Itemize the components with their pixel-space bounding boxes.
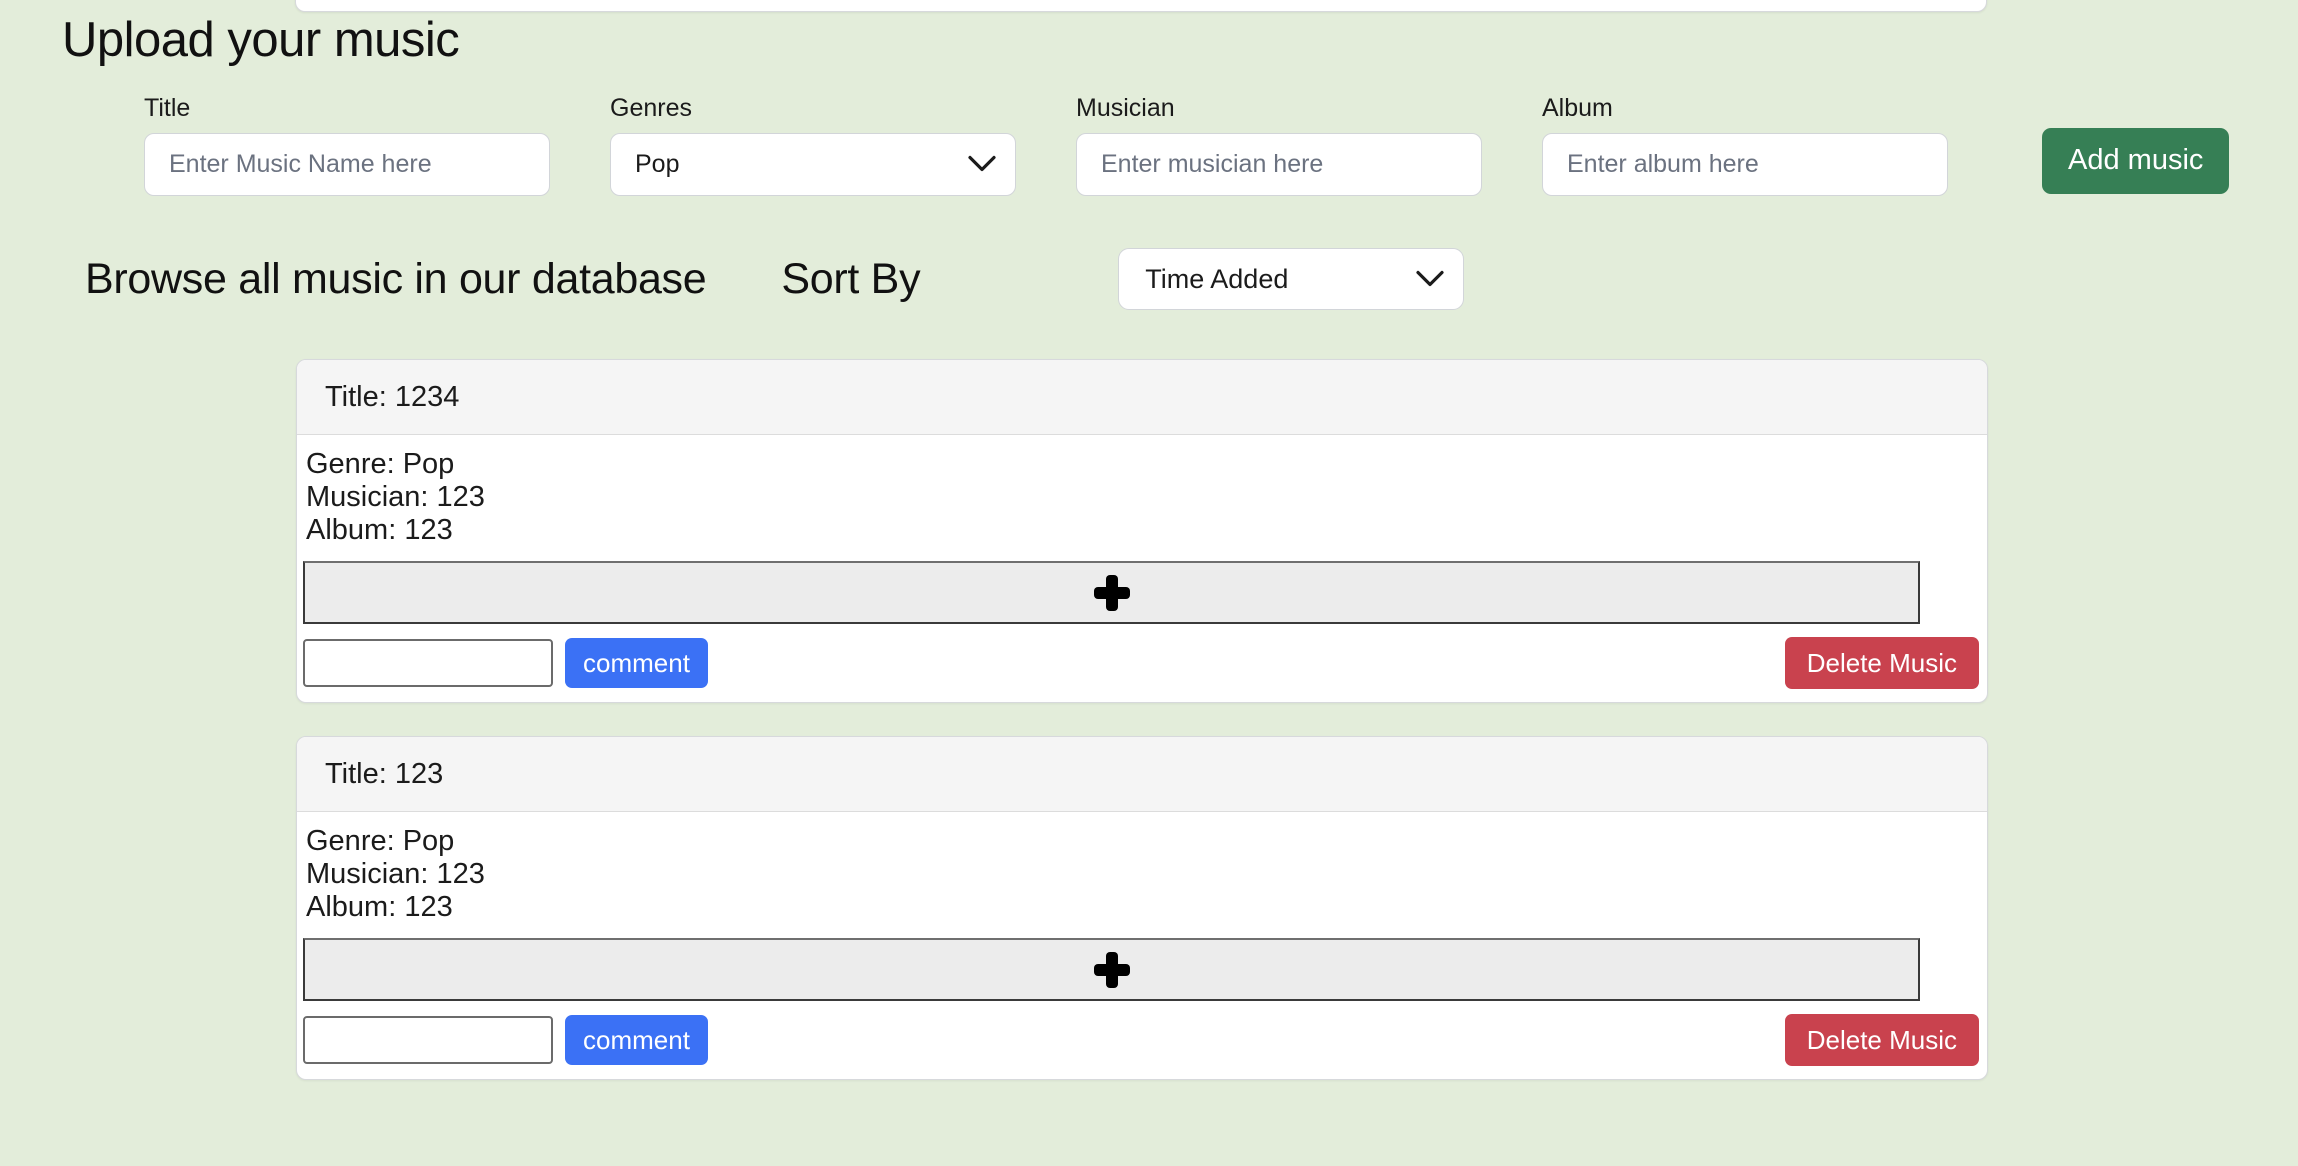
card-body: Genre: Pop Musician: 123 Album: 123 comm… bbox=[297, 812, 1987, 1079]
sort-by-label: Sort By bbox=[781, 255, 920, 304]
card-album: Album: 123 bbox=[297, 891, 1987, 924]
card-musician: Musician: 123 bbox=[297, 858, 1987, 891]
card-genre: Genre: Pop bbox=[297, 825, 1987, 858]
page-title: Upload your music bbox=[62, 14, 2298, 68]
comment-row: comment Delete Music bbox=[297, 1001, 1987, 1079]
comment-input[interactable] bbox=[303, 1016, 553, 1064]
comment-row: comment Delete Music bbox=[297, 624, 1987, 702]
label-genres: Genres bbox=[610, 93, 1016, 123]
sort-by-select[interactable]: Time Added bbox=[1118, 248, 1464, 310]
expand-comments-toggle[interactable] bbox=[303, 938, 1920, 1001]
previous-card-partial bbox=[295, 0, 1987, 12]
label-title: Title bbox=[144, 93, 550, 123]
comment-button[interactable]: comment bbox=[565, 638, 708, 688]
plus-icon bbox=[1094, 952, 1130, 988]
card-album: Album: 123 bbox=[297, 514, 1987, 547]
genres-select-wrap: Pop bbox=[610, 133, 1016, 196]
upload-form: Title Genres Pop Musician Album Add musi… bbox=[0, 93, 2298, 196]
music-card-list: Title: 1234 Genre: Pop Musician: 123 Alb… bbox=[296, 359, 1988, 1113]
album-input[interactable] bbox=[1542, 133, 1948, 196]
field-genres: Genres Pop bbox=[610, 93, 1016, 196]
card-title: Title: 1234 bbox=[325, 381, 459, 414]
card-musician: Musician: 123 bbox=[297, 481, 1987, 514]
label-musician: Musician bbox=[1076, 93, 1482, 123]
card-header: Title: 123 bbox=[297, 737, 1987, 812]
expand-comments-toggle[interactable] bbox=[303, 561, 1920, 624]
browse-toolbar: Browse all music in our database Sort By… bbox=[0, 248, 2298, 310]
plus-icon bbox=[1094, 575, 1130, 611]
field-album: Album bbox=[1542, 93, 1948, 196]
genres-select[interactable]: Pop bbox=[610, 133, 1016, 196]
label-album: Album bbox=[1542, 93, 1948, 123]
music-card: Title: 123 Genre: Pop Musician: 123 Albu… bbox=[296, 736, 1988, 1080]
title-input[interactable] bbox=[144, 133, 550, 196]
upload-section: Upload your music Title Genres Pop Music… bbox=[0, 14, 2298, 196]
card-genre: Genre: Pop bbox=[297, 448, 1987, 481]
browse-title: Browse all music in our database bbox=[85, 255, 706, 304]
field-musician: Musician bbox=[1076, 93, 1482, 196]
add-music-button[interactable]: Add music bbox=[2042, 128, 2229, 194]
music-card: Title: 1234 Genre: Pop Musician: 123 Alb… bbox=[296, 359, 1988, 703]
card-body: Genre: Pop Musician: 123 Album: 123 comm… bbox=[297, 435, 1987, 702]
sort-select-wrap: Time Added bbox=[1118, 248, 1464, 310]
musician-input[interactable] bbox=[1076, 133, 1482, 196]
comment-input[interactable] bbox=[303, 639, 553, 687]
delete-music-button[interactable]: Delete Music bbox=[1785, 1014, 1979, 1066]
card-header: Title: 1234 bbox=[297, 360, 1987, 435]
comment-button[interactable]: comment bbox=[565, 1015, 708, 1065]
delete-music-button[interactable]: Delete Music bbox=[1785, 637, 1979, 689]
card-title: Title: 123 bbox=[325, 758, 443, 791]
field-title: Title bbox=[144, 93, 550, 196]
